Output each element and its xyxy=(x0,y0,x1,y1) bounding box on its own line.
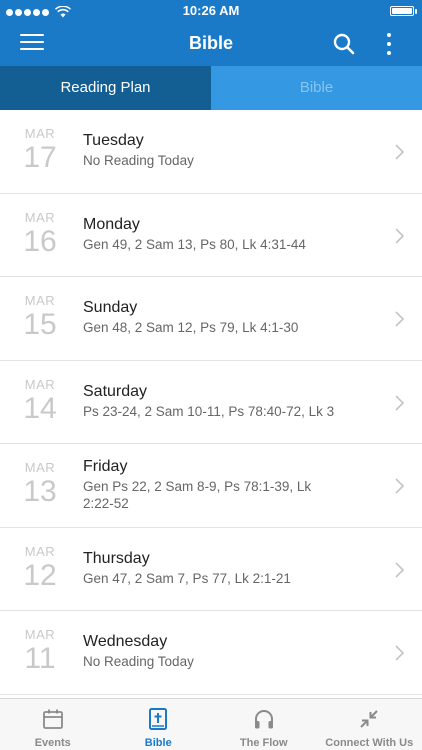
bible-icon xyxy=(149,708,168,730)
day-number: 13 xyxy=(23,475,57,508)
month-label: MAR xyxy=(24,126,56,141)
chevron-right-icon xyxy=(395,645,404,661)
day-number: 17 xyxy=(23,141,57,174)
list-item[interactable]: MAR 15 Sunday Gen 48, 2 Sam 12, Ps 79, L… xyxy=(0,277,422,361)
weekday-label: Tuesday xyxy=(83,132,144,149)
tabbar-label: The Flow xyxy=(239,737,288,749)
tabbar-item-events[interactable]: Events xyxy=(0,699,106,750)
month-label: MAR xyxy=(24,543,56,559)
weekday-label: Friday xyxy=(83,458,128,475)
tabbar-label: Events xyxy=(34,737,71,749)
day-number: 14 xyxy=(23,391,57,425)
page-title: Bible xyxy=(188,33,233,53)
chevron-right-icon xyxy=(395,394,404,411)
date-block: MAR 16 xyxy=(20,210,60,257)
date-block: MAR 14 xyxy=(20,377,60,424)
tabbar-item-bible[interactable]: Bible xyxy=(106,699,212,750)
passages-text: Ps 23-24, 2 Sam 10-11, Ps 78:40-72, Lk 3 xyxy=(83,403,335,419)
passages-text: Gen Ps 22, 2 Sam 8-9, Ps 78:1-39, Lk 2:2… xyxy=(83,479,312,511)
weekday-label: Saturday xyxy=(83,382,148,400)
list-item[interactable]: MAR 13 Friday Gen Ps 22, 2 Sam 8-9, Ps 7… xyxy=(0,444,422,528)
search-icon[interactable] xyxy=(332,32,356,56)
list-item[interactable]: MAR 11 Wednesday No Reading Today xyxy=(0,611,422,695)
date-block: MAR 12 xyxy=(20,544,60,591)
chevron-right-icon xyxy=(395,144,404,160)
connect-icon xyxy=(360,710,378,728)
passages-text: Gen 47, 2 Sam 7, Ps 77, Lk 2:1-21 xyxy=(83,570,291,586)
day-number: 11 xyxy=(24,642,56,675)
month-label: MAR xyxy=(24,293,56,308)
tabbar-item-connect[interactable]: Connect With Us xyxy=(317,699,422,750)
day-number: 16 xyxy=(23,224,57,258)
list-item[interactable]: MAR 14 Saturday Ps 23-24, 2 Sam 10-11, P… xyxy=(0,361,422,444)
tab-bible[interactable]: Bible xyxy=(211,66,422,110)
chevron-right-icon xyxy=(395,478,404,494)
date-block: MAR 15 xyxy=(20,293,60,340)
date-block: MAR 11 xyxy=(20,627,60,674)
status-bar: 10:26 AM xyxy=(0,0,422,22)
day-number: 12 xyxy=(23,558,57,592)
passages-text: Gen 48, 2 Sam 12, Ps 79, Lk 4:1-30 xyxy=(83,320,299,335)
more-options-button[interactable] xyxy=(381,30,397,58)
battery-icon xyxy=(390,6,417,16)
tabbar-label: Bible xyxy=(144,737,172,749)
tabbar-label: Connect With Us xyxy=(325,737,414,749)
tab-reading-plan[interactable]: Reading Plan xyxy=(0,66,211,110)
chevron-right-icon xyxy=(395,561,404,578)
bottom-tab-bar: Events Bible The Flow Connect With Us xyxy=(0,698,422,750)
passages-text: No Reading Today xyxy=(83,153,194,168)
status-time: 10:26 AM xyxy=(182,3,240,18)
segment-tabs: Reading Plan Bible xyxy=(0,66,422,110)
list-item[interactable]: MAR 17 Tuesday No Reading Today xyxy=(0,110,422,194)
month-label: MAR xyxy=(24,627,56,642)
tabbar-item-the-flow[interactable]: The Flow xyxy=(211,699,317,750)
day-number: 15 xyxy=(23,308,57,341)
list-item[interactable]: MAR 16 Monday Gen 49, 2 Sam 13, Ps 80, L… xyxy=(0,194,422,277)
month-label: MAR xyxy=(24,460,56,475)
nav-bar: Bible xyxy=(0,22,422,66)
weekday-label: Monday xyxy=(83,215,140,233)
chevron-right-icon xyxy=(395,311,404,327)
date-block: MAR 13 xyxy=(20,460,60,507)
month-label: MAR xyxy=(24,376,56,392)
month-label: MAR xyxy=(24,209,56,225)
weekday-label: Wednesday xyxy=(83,633,168,650)
date-block: MAR 17 xyxy=(20,126,60,173)
list-item[interactable]: MAR 12 Thursday Gen 47, 2 Sam 7, Ps 77, … xyxy=(0,528,422,611)
passages-text: Gen 49, 2 Sam 13, Ps 80, Lk 4:31-44 xyxy=(83,236,306,252)
weekday-label: Sunday xyxy=(83,299,138,316)
headphones-icon xyxy=(254,710,273,729)
reading-list: MAR 17 Tuesday No Reading Today MAR 16 M… xyxy=(0,110,422,698)
passages-text: No Reading Today xyxy=(83,654,194,669)
calendar-icon xyxy=(42,709,63,729)
chevron-right-icon xyxy=(395,227,404,244)
weekday-label: Thursday xyxy=(83,549,150,567)
